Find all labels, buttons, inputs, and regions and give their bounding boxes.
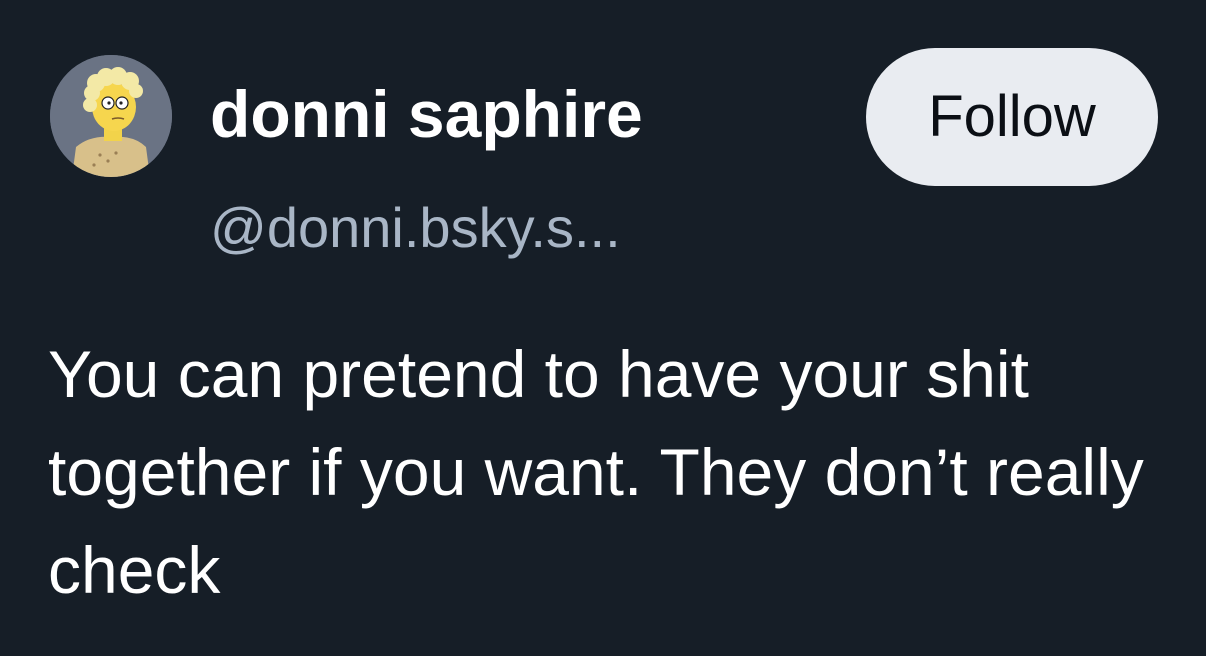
avatar[interactable] <box>50 55 172 177</box>
post-text: You can pretend to have your shit togeth… <box>48 337 1144 607</box>
author-display-name[interactable]: donni saphire <box>210 74 643 154</box>
author-handle[interactable]: @donni.bsky.s... <box>210 193 621 263</box>
avatar-image <box>50 55 172 177</box>
follow-button[interactable]: Follow <box>866 48 1158 186</box>
post-card: donni saphire @donni.bsky.s... Follow Yo… <box>0 0 1206 656</box>
